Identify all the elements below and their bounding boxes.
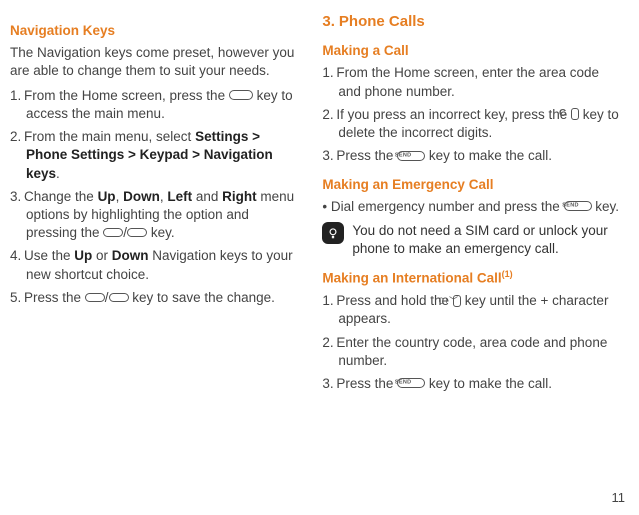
nav-steps-list: 1.From the Home screen, press the key to… bbox=[10, 87, 294, 307]
send-key-icon: SEND bbox=[397, 151, 425, 161]
emergency-bullet: Dial emergency number and press the SEND… bbox=[322, 198, 621, 216]
nav-intro: The Navigation keys come preset, however… bbox=[10, 44, 294, 80]
send-key-icon: SEND bbox=[564, 201, 592, 211]
nav-step-3: 3.Change the Up, Down, Left and Right me… bbox=[10, 188, 294, 243]
nav-step-5: 5.Press the / key to save the change. bbox=[10, 289, 294, 307]
intl-step-3: 3.Press the SEND key to make the call. bbox=[322, 375, 621, 393]
zero-plus-key-icon: 0+﹀ bbox=[453, 295, 461, 307]
making-step-1: 1.From the Home screen, enter the area c… bbox=[322, 64, 621, 100]
right-column: 3.Phone Calls Making a Call 1.From the H… bbox=[322, 12, 621, 399]
heading-phone-calls: 3.Phone Calls bbox=[322, 12, 621, 32]
clear-key-icon: C bbox=[571, 108, 579, 120]
softkey-icon bbox=[127, 228, 147, 237]
making-step-3: 3.Press the SEND key to make the call. bbox=[322, 147, 621, 165]
note-text: You do not need a SIM card or unlock you… bbox=[352, 222, 621, 258]
intl-steps: 1.Press and hold the 0+﹀ key until the +… bbox=[322, 292, 621, 393]
left-column: Navigation Keys The Navigation keys come… bbox=[10, 12, 294, 399]
page-columns: Navigation Keys The Navigation keys come… bbox=[10, 12, 621, 399]
intl-step-2: 2.Enter the country code, area code and … bbox=[322, 334, 621, 370]
heading-international-call: Making an International Call(1) bbox=[322, 268, 621, 288]
note-row: You do not need a SIM card or unlock you… bbox=[322, 222, 621, 258]
lightbulb-icon bbox=[322, 222, 344, 244]
heading-making-a-call: Making a Call bbox=[322, 42, 621, 60]
heading-emergency-call: Making an Emergency Call bbox=[322, 176, 621, 194]
making-step-2: 2.If you press an incorrect key, press t… bbox=[322, 106, 621, 142]
send-key-icon: SEND bbox=[397, 378, 425, 388]
softkey-icon bbox=[85, 293, 105, 302]
emergency-list: Dial emergency number and press the SEND… bbox=[322, 198, 621, 216]
nav-step-2: 2.From the main menu, select Settings > … bbox=[10, 128, 294, 183]
softkey-icon bbox=[229, 90, 253, 100]
softkey-icon bbox=[103, 228, 123, 237]
making-call-steps: 1.From the Home screen, enter the area c… bbox=[322, 64, 621, 165]
page-number: 11 bbox=[612, 489, 626, 507]
nav-step-1: 1.From the Home screen, press the key to… bbox=[10, 87, 294, 123]
heading-navigation-keys: Navigation Keys bbox=[10, 22, 294, 40]
intl-step-1: 1.Press and hold the 0+﹀ key until the +… bbox=[322, 292, 621, 328]
softkey-icon bbox=[109, 293, 129, 302]
nav-step-4: 4.Use the Up or Down Navigation keys to … bbox=[10, 247, 294, 283]
